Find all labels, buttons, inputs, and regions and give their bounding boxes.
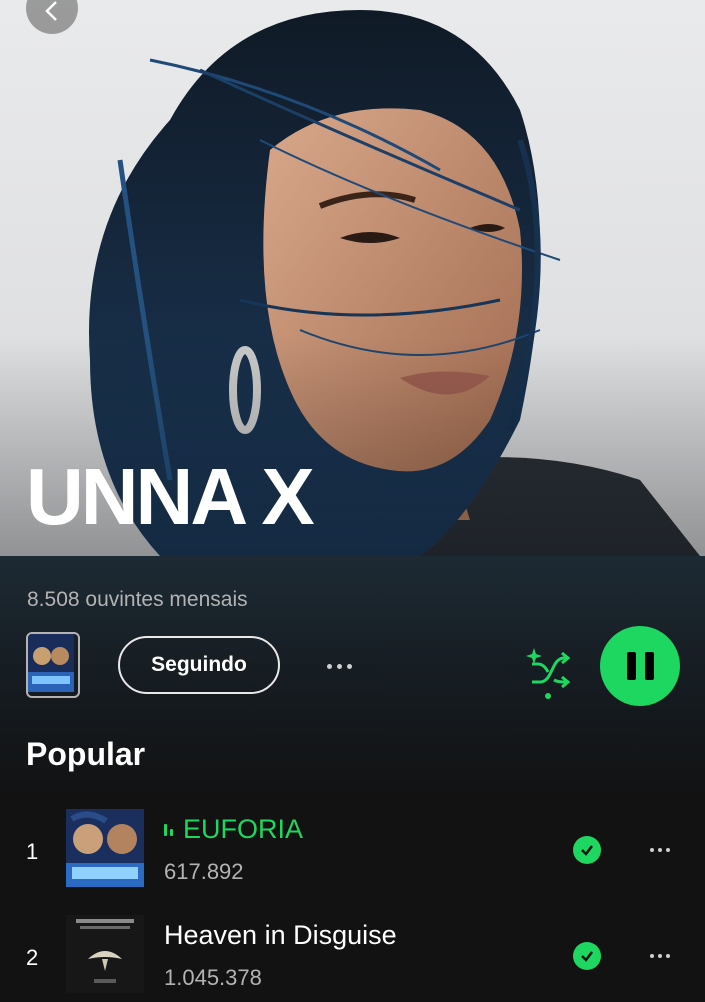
track-title: EUFORIA bbox=[164, 814, 303, 845]
more-horizontal-icon bbox=[650, 848, 654, 852]
more-horizontal-icon bbox=[650, 954, 654, 958]
pause-icon bbox=[626, 652, 636, 680]
album-cover-heaven-in-disguise bbox=[66, 915, 144, 993]
now-playing-equalizer-icon bbox=[164, 822, 173, 836]
saved-check-button[interactable] bbox=[573, 942, 601, 970]
smart-shuffle-icon bbox=[526, 648, 571, 699]
artist-content: 8.508 ouvintes mensais Seguindo Popular … bbox=[0, 556, 705, 1000]
track-play-count: 1.045.378 bbox=[164, 965, 262, 990]
track-title: Heaven in Disguise bbox=[164, 920, 397, 950]
album-cover-euforia bbox=[28, 634, 74, 692]
track-row[interactable]: 1 EUFORIA 617.892 bbox=[0, 806, 705, 896]
track-number: 2 bbox=[26, 945, 39, 970]
album-cover-euforia bbox=[66, 809, 144, 887]
popular-section-title: Popular bbox=[26, 736, 146, 772]
track-cover bbox=[66, 915, 144, 993]
track-play-count: 617.892 bbox=[164, 859, 244, 884]
smart-shuffle-button[interactable] bbox=[524, 644, 572, 705]
track-number: 1 bbox=[26, 839, 39, 864]
track-row[interactable]: 2 Heaven in Disguise 1.045.378 bbox=[0, 912, 705, 1002]
check-icon bbox=[581, 951, 593, 962]
monthly-listeners: 8.508 ouvintes mensais bbox=[27, 588, 248, 611]
following-button[interactable]: Seguindo bbox=[118, 636, 280, 694]
track-more-button[interactable] bbox=[650, 845, 670, 855]
more-horizontal-icon bbox=[326, 663, 332, 669]
check-icon bbox=[581, 845, 593, 856]
saved-check-button[interactable] bbox=[573, 836, 601, 864]
artist-name: UNNA X bbox=[26, 452, 315, 541]
more-options-button[interactable] bbox=[318, 648, 360, 684]
artist-header-image: UNNA X bbox=[0, 0, 705, 556]
track-more-button[interactable] bbox=[650, 951, 670, 961]
pause-button[interactable] bbox=[600, 626, 680, 706]
track-cover bbox=[66, 809, 144, 887]
album-thumbnail[interactable] bbox=[26, 632, 80, 698]
chevron-left-icon bbox=[45, 1, 57, 21]
